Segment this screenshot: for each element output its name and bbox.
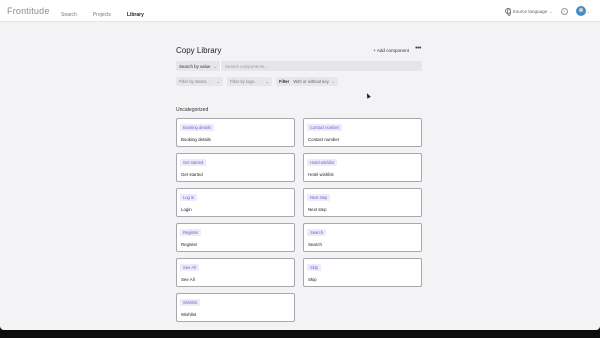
tags-filter-label: Filter by tags...: [230, 79, 258, 84]
component-card[interactable]: See All See All: [176, 258, 295, 287]
component-name-chip: Hotel wishlist: [307, 159, 337, 166]
section-title: Uncategorized: [176, 107, 209, 113]
chevron-down-icon: ⌄: [265, 79, 269, 84]
component-card[interactable]: Booking details Booking details: [176, 118, 295, 147]
cursor-icon: [365, 92, 371, 99]
chevron-down-icon: ⌄: [586, 8, 590, 14]
add-component-button[interactable]: + Add component: [373, 48, 409, 53]
status-filter-label: Filter by status...: [179, 79, 210, 84]
chevron-down-icon: ⌄: [331, 79, 335, 84]
header-tools: Source language ⌄ ? ⌄: [504, 0, 590, 22]
search-bar: Search by value ⌄: [176, 61, 422, 71]
globe-icon: [504, 8, 511, 16]
component-name-chip: Contact number: [307, 124, 343, 131]
component-name-chip: Search: [307, 229, 326, 236]
help-icon[interactable]: ?: [560, 7, 568, 15]
search-input[interactable]: [221, 61, 422, 71]
app-window: Frontitude Search Projects Library Sourc…: [0, 0, 600, 330]
component-name-chip: Log in: [180, 194, 198, 201]
key-filter-label: Filter: [279, 79, 290, 84]
component-card[interactable]: Search Search: [303, 223, 422, 252]
source-language-selector[interactable]: Source language ⌄: [504, 8, 553, 16]
component-name-chip: See All: [180, 264, 199, 271]
avatar[interactable]: [575, 6, 586, 16]
chevron-down-icon: ⌄: [216, 79, 220, 84]
nav-library[interactable]: Library: [119, 0, 152, 22]
component-text: Wishlist: [181, 312, 197, 317]
main-nav: Search Projects Library: [53, 0, 152, 22]
component-text: Register: [181, 242, 198, 247]
component-card[interactable]: Contact number Contact number: [303, 118, 422, 147]
component-text: Skip: [308, 277, 317, 282]
nav-search[interactable]: Search: [53, 0, 85, 22]
chevron-down-icon: ⌄: [213, 63, 217, 69]
filter-row: Filter by status... ⌄ Filter by tags... …: [176, 77, 338, 86]
component-text: Booking details: [181, 137, 211, 142]
component-name-chip: Get started: [180, 159, 207, 166]
component-name-chip: Next step: [307, 194, 331, 201]
source-language-label: Source language: [512, 8, 548, 14]
component-text: Login: [181, 207, 192, 212]
account-menu[interactable]: ⌄: [575, 6, 590, 16]
component-text: Contact number: [308, 137, 340, 142]
component-text: Next step: [308, 207, 327, 212]
key-filter-value: With or without key: [293, 79, 329, 84]
key-filter[interactable]: Filter With or without key ⌄: [276, 77, 338, 86]
component-card[interactable]: Register Register: [176, 223, 295, 252]
component-text: Get started: [181, 172, 203, 177]
component-card[interactable]: Hotel wishlist Hotel wishlist: [303, 153, 422, 182]
component-text: Search: [308, 242, 322, 247]
chevron-down-icon: ⌄: [549, 8, 553, 14]
status-filter[interactable]: Filter by status... ⌄: [176, 77, 223, 86]
app-logo: Frontitude: [7, 6, 50, 16]
more-icon[interactable]: •••: [415, 45, 421, 52]
component-name-chip: Booking details: [180, 124, 214, 131]
component-card[interactable]: Get started Get started: [176, 153, 295, 182]
component-text: Hotel wishlist: [308, 172, 334, 177]
search-mode-dropdown[interactable]: Search by value ⌄: [176, 61, 221, 71]
top-nav-bar: Frontitude Search Projects Library Sourc…: [0, 0, 600, 22]
component-card[interactable]: Skip Skip: [303, 258, 422, 287]
component-card[interactable]: Wishlist Wishlist: [176, 293, 295, 322]
component-name-chip: Wishlist: [180, 299, 201, 306]
page-title: Copy Library: [176, 46, 222, 55]
component-name-chip: Skip: [307, 264, 321, 271]
component-name-chip: Register: [180, 229, 202, 236]
nav-projects[interactable]: Projects: [85, 0, 119, 22]
component-card[interactable]: Next step Next step: [303, 188, 422, 217]
search-mode-label: Search by value: [179, 63, 211, 69]
tags-filter[interactable]: Filter by tags... ⌄: [227, 77, 272, 86]
component-text: See All: [181, 277, 195, 282]
component-card[interactable]: Log in Login: [176, 188, 295, 217]
